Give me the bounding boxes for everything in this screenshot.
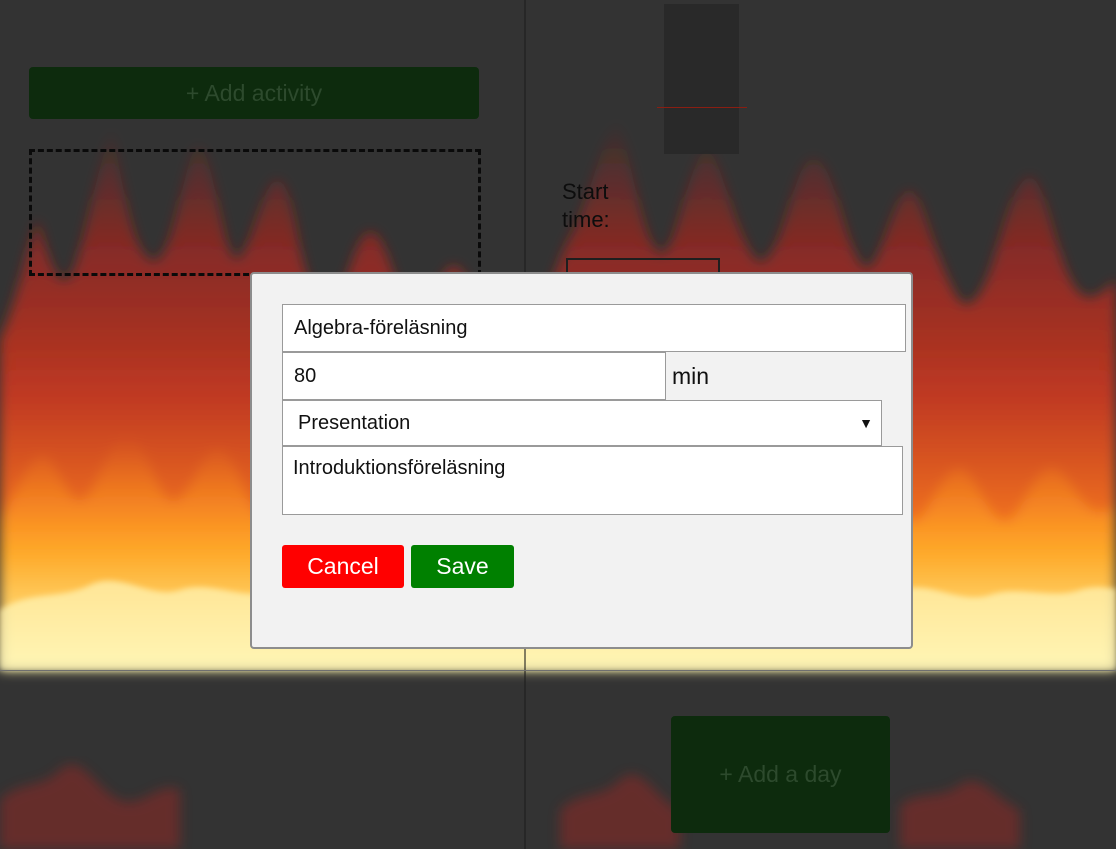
timeline-marker (657, 107, 747, 108)
fire-horizon-line (0, 670, 1116, 671)
start-time-label: Start time: (562, 179, 610, 232)
day-timeline (664, 4, 739, 154)
activity-type-value: Presentation (298, 412, 411, 434)
activity-description-input[interactable]: Introduktionsföreläsning (282, 446, 903, 515)
activity-drop-zone[interactable] (29, 149, 481, 276)
activity-type-select[interactable]: Presentation ▼ (282, 400, 882, 446)
save-button[interactable]: Save (411, 545, 514, 588)
add-day-button[interactable]: + Add a day (671, 716, 890, 833)
activity-name-input[interactable] (282, 304, 906, 352)
chevron-down-icon: ▼ (859, 415, 873, 431)
activity-modal: min Presentation ▼ Introduktionsföreläsn… (250, 272, 913, 649)
cancel-button[interactable]: Cancel (282, 545, 404, 588)
add-activity-button[interactable]: + Add activity (29, 67, 479, 119)
activity-duration-input[interactable] (282, 352, 666, 400)
duration-unit-label: min (672, 363, 710, 389)
